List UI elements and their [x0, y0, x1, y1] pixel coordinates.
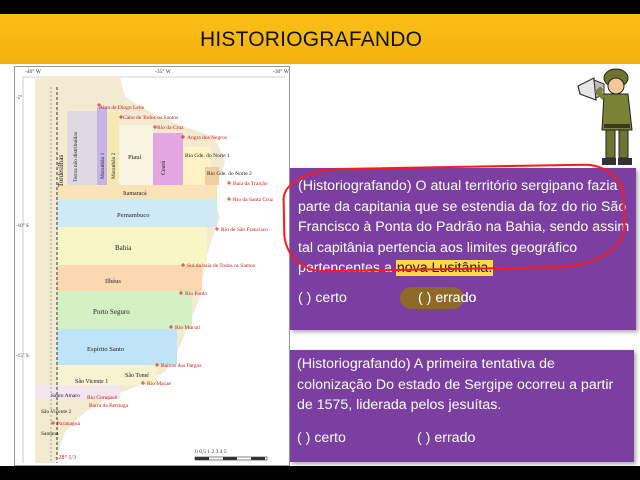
landmark-13: Rio Curupacê: [87, 395, 118, 401]
landmark-8: Sul da baía de Todos os Santos: [187, 263, 255, 269]
label-maranhao2: Maranhão 2: [111, 152, 117, 179]
graticule-top-right: -30° W: [273, 68, 290, 75]
landmark-12: Rio Macaé: [147, 381, 172, 387]
label-ceara: Ceará: [161, 161, 167, 175]
landmark-3: Rio da Cruz: [157, 125, 184, 131]
label-sao-vicente1: São Vicente 1: [75, 379, 108, 385]
label-sao-vicente2: São Vicente 2: [41, 409, 72, 415]
label-santo-amaro: Santo Amaro: [51, 393, 80, 399]
landmark-14: Barra da Bertioga: [89, 403, 129, 409]
landmark-10: Rio Mucuri: [175, 325, 201, 331]
label-rgn1: Rio Gde. do Norte 1: [185, 153, 230, 159]
capitanias-map: -40° W -35° W -30° W -5° -10° S -15° S T…: [14, 66, 290, 466]
region-terras: [67, 111, 97, 185]
question-1-certo-option[interactable]: ( ) certo: [298, 290, 347, 306]
label-rgn2: Rio Gde. do Norte 2: [207, 171, 252, 177]
landmark-6: Rio da Santa Cruz: [233, 197, 274, 203]
scale-ticks: 0 0,5 1 2 3 4 5: [195, 449, 227, 455]
label-santana: Santana: [41, 431, 59, 437]
graticule-left-2: -10° S: [16, 224, 29, 229]
region-ceara: [153, 133, 183, 185]
landmark-9: Rio Pardo: [185, 291, 207, 297]
label-maranhao1: Maranhão 1: [100, 152, 106, 179]
label-ilheus: Ilhéus: [105, 278, 121, 285]
soldier-megaphone-icon: [574, 60, 640, 170]
landmark-2: Cabo de Todos os Santos: [123, 115, 178, 121]
graticule-top-left: -40° W: [25, 68, 42, 75]
label-piaui: Piauí: [128, 154, 142, 161]
question-2-box: (Historiografando) A primeira tentativa …: [290, 350, 634, 462]
band-ilheus: [57, 265, 202, 291]
top-black-bar: [0, 0, 640, 14]
graticule-left-3: -15° S: [16, 354, 29, 359]
landmark-5: Baía da Traição: [233, 181, 268, 187]
landmark-15: Paranaguá: [57, 421, 80, 427]
label-porto-seguro: Porto Seguro: [93, 308, 130, 316]
band-bahia: [57, 227, 207, 265]
label-pernambuco: Pernambuco: [117, 212, 150, 219]
label-espirito-santo: Espírito Santo: [87, 346, 124, 353]
landmark-11: Baixos dos Pargos: [161, 363, 202, 369]
label-bahia: Bahia: [115, 244, 132, 252]
landmark-1: Abra de Diogo Leite: [99, 105, 145, 111]
page-title: HISTORIOGRAFANDO: [200, 28, 423, 51]
question-1-highlight: nova Lusitânia.: [395, 260, 494, 276]
graticule-left-1: -5°: [16, 96, 22, 101]
graticule-top-mid: -35° W: [155, 68, 172, 75]
question-2-errado-option[interactable]: ( ) errado: [417, 430, 475, 446]
label-itamaraca: Itamaracá: [123, 191, 147, 197]
question-1-errado-overlay: ( ) errado: [418, 290, 477, 306]
bottom-black-bar: [0, 466, 640, 480]
label-tordesilhas: Tordesilhas: [57, 155, 65, 187]
scale-coord: - 28° 1/3: [55, 454, 76, 461]
landmark-4: Angra dos Negros: [187, 135, 227, 141]
label-sao-tome: São Tomé: [125, 373, 149, 379]
landmark-7: Rio de São Francisco: [221, 227, 268, 233]
label-terras: Terras não distribuídas: [73, 132, 79, 182]
question-2-certo-option[interactable]: ( ) certo: [297, 430, 346, 446]
question-2-text: (Historiografando) A primeira tentativa …: [297, 356, 614, 413]
question-1-text: (Historiografando) O atual território se…: [298, 176, 634, 279]
